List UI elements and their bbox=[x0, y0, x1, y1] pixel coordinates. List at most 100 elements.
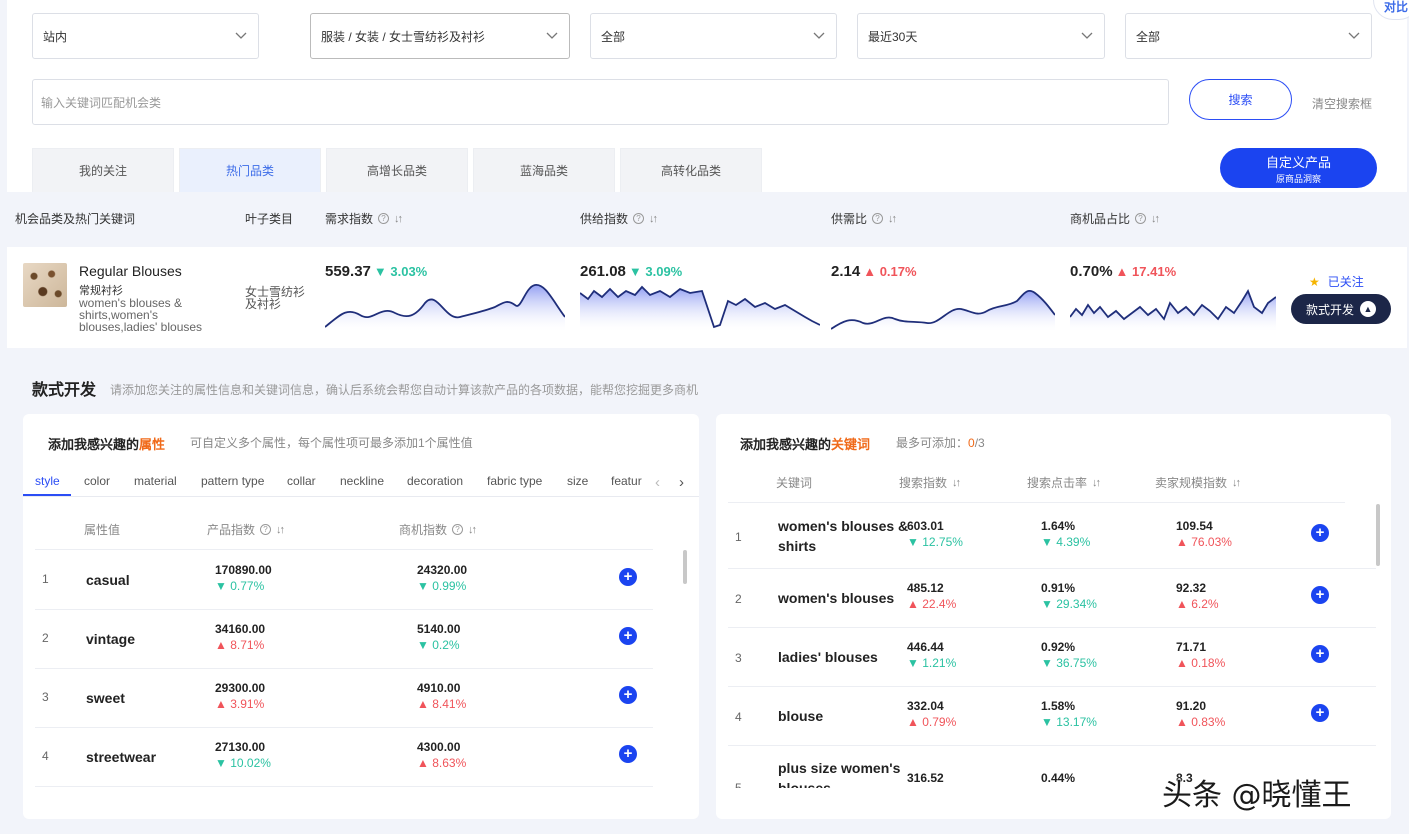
row-divider bbox=[728, 745, 1376, 746]
scrollbar[interactable] bbox=[683, 550, 687, 584]
add-attribute-button[interactable]: + bbox=[619, 745, 637, 763]
sort-icon[interactable]: ↓↑ bbox=[649, 213, 658, 225]
add-keyword-button[interactable]: + bbox=[1311, 524, 1329, 542]
sort-icon[interactable]: ↓↑ bbox=[468, 524, 477, 536]
row-divider bbox=[35, 609, 653, 610]
sort-icon[interactable]: ↓↑ bbox=[1092, 477, 1101, 489]
sort-icon[interactable]: ↓↑ bbox=[888, 213, 897, 225]
type-select[interactable]: 全部 bbox=[590, 13, 837, 59]
sort-icon[interactable]: ↓↑ bbox=[1151, 213, 1160, 225]
style-dev-button[interactable]: 款式开发 ▲ bbox=[1291, 294, 1391, 324]
product-thumbnail bbox=[23, 263, 67, 307]
clear-search-button[interactable]: 清空搜索框 bbox=[1312, 95, 1372, 112]
keyword-card-hint: 最多可添加：0/3 bbox=[896, 436, 985, 450]
watermark: 头条 @晓懂王 bbox=[1162, 778, 1352, 813]
opportunity-index-value: 4910.00 bbox=[417, 681, 461, 695]
attr-tab-collar[interactable]: collar bbox=[287, 474, 316, 488]
tab-blue-ocean[interactable]: 蓝海品类 bbox=[473, 148, 615, 192]
col-opportunity-index[interactable]: 商机指数? ↓↑ bbox=[399, 521, 477, 538]
attr-tab-neckline[interactable]: neckline bbox=[340, 474, 384, 488]
col-search-index[interactable]: 搜索指数 ↓↑ bbox=[899, 474, 961, 491]
col-product-index[interactable]: 产品指数? ↓↑ bbox=[207, 521, 285, 538]
tab-high-conversion[interactable]: 高转化品类 bbox=[620, 148, 762, 192]
header-demand-index[interactable]: 需求指数? ↓↑ bbox=[325, 210, 403, 227]
add-keyword-button[interactable]: + bbox=[1311, 704, 1329, 722]
keyword-search-input[interactable]: 输入关键词匹配机会类 bbox=[32, 79, 1169, 125]
tab-hot-category[interactable]: 热门品类 bbox=[179, 148, 321, 192]
supply-sparkline bbox=[580, 285, 820, 331]
attr-tab-size[interactable]: size bbox=[567, 474, 588, 488]
attr-tab-color[interactable]: color bbox=[84, 474, 110, 488]
attr-tab-material[interactable]: material bbox=[134, 474, 177, 488]
col-keyword: 关键词 bbox=[776, 476, 813, 490]
product-index-value: 27130.00 bbox=[215, 740, 266, 754]
col-attr-value: 属性值 bbox=[84, 523, 121, 537]
opportunity-index-value: 24320.00 bbox=[417, 563, 468, 577]
search-button[interactable]: 搜索 bbox=[1189, 79, 1292, 120]
row-divider bbox=[728, 686, 1376, 687]
add-attribute-button[interactable]: + bbox=[619, 627, 637, 645]
opportunity-index-value: 5140.00 bbox=[417, 622, 461, 636]
header-supply-demand-ratio[interactable]: 供需比? ↓↑ bbox=[831, 210, 897, 227]
category-select-value: 服装 / 女装 / 女士雪纺衫及衬衫 bbox=[321, 29, 486, 44]
search-index-value: 603.01 bbox=[907, 519, 944, 533]
search-ctr-change: ▼ 36.75% bbox=[1041, 656, 1097, 670]
add-keyword-button[interactable]: + bbox=[1311, 586, 1329, 604]
scrollbar[interactable] bbox=[1376, 504, 1380, 566]
site-select[interactable]: 站内 bbox=[32, 13, 259, 59]
attribute-card: 添加我感兴趣的属性 可自定义多个属性，每个属性项可最多添加1个属性值 style… bbox=[23, 414, 699, 819]
chevron-right-icon[interactable]: › bbox=[679, 474, 684, 491]
custom-product-button[interactable]: 自定义产品 原商品洞察 bbox=[1220, 148, 1377, 188]
site-select-value: 站内 bbox=[43, 29, 68, 44]
search-index-value: 446.44 bbox=[907, 640, 944, 654]
row-divider bbox=[728, 568, 1376, 569]
attr-tab-feature[interactable]: featur bbox=[611, 474, 642, 488]
leaf-category: 女士雪纺衫及衬衫 bbox=[245, 285, 306, 311]
seller-scale-change: ▲ 0.83% bbox=[1176, 715, 1226, 729]
header-divider bbox=[728, 502, 1345, 503]
seller-scale-change: ▲ 6.2% bbox=[1176, 597, 1219, 611]
product-index-change: ▲ 3.91% bbox=[215, 697, 265, 711]
sort-icon[interactable]: ↓↑ bbox=[394, 213, 403, 225]
add-keyword-button[interactable]: + bbox=[1311, 645, 1329, 663]
opportunity-sparkline bbox=[1070, 288, 1276, 331]
add-attribute-button[interactable]: + bbox=[619, 686, 637, 704]
row-divider bbox=[35, 668, 653, 669]
demand-sparkline bbox=[325, 284, 565, 331]
chevron-down-icon bbox=[1348, 32, 1360, 39]
attr-value-name: vintage bbox=[86, 631, 136, 647]
attr-tab-style[interactable]: style bbox=[35, 474, 60, 488]
sort-icon[interactable]: ↓↑ bbox=[276, 524, 285, 536]
search-ctr-value: 0.44% bbox=[1041, 771, 1076, 785]
col-seller-scale[interactable]: 卖家规模指数 ↓↑ bbox=[1155, 474, 1241, 491]
scope-select[interactable]: 全部 bbox=[1125, 13, 1372, 59]
add-attribute-button[interactable]: + bbox=[619, 568, 637, 586]
filter-panel: 站内 服装 / 女装 / 女士雪纺衫及衬衫 全部 最近30天 全部 输入关键词匹… bbox=[7, 0, 1409, 192]
category-select[interactable]: 服装 / 女装 / 女士雪纺衫及衬衫 bbox=[310, 13, 570, 59]
keyword-name: women's blouses & shirts bbox=[778, 518, 909, 554]
attr-value-name: sweet bbox=[86, 690, 125, 706]
sort-icon[interactable]: ↓↑ bbox=[1232, 477, 1241, 489]
tab-my-follow[interactable]: 我的关注 bbox=[32, 148, 174, 192]
product-index-value: 34160.00 bbox=[215, 622, 266, 636]
keyword-name: ladies' blouses bbox=[778, 649, 878, 665]
search-placeholder: 输入关键词匹配机会类 bbox=[41, 95, 162, 110]
attr-tab-decoration[interactable]: decoration bbox=[407, 474, 463, 488]
attr-tab-pattern-type[interactable]: pattern type bbox=[201, 474, 264, 488]
chevron-left-icon[interactable]: ‹ bbox=[655, 474, 660, 491]
ratio-sparkline bbox=[831, 289, 1055, 331]
period-select[interactable]: 最近30天 bbox=[857, 13, 1105, 59]
header-opportunity-ratio[interactable]: 商机品占比? ↓↑ bbox=[1070, 210, 1160, 227]
sort-icon[interactable]: ↓↑ bbox=[952, 477, 961, 489]
product-index-value: 170890.00 bbox=[215, 563, 272, 577]
star-icon: ★ bbox=[1309, 275, 1320, 289]
followed-toggle[interactable]: ★ 已关注 bbox=[1309, 273, 1364, 290]
compare-button[interactable]: 对比 bbox=[1373, 0, 1409, 20]
attr-tab-fabric-type[interactable]: fabric type bbox=[487, 474, 542, 488]
header-opportunity-category: 机会品类及热门关键词 bbox=[15, 212, 136, 226]
search-index-value: 332.04 bbox=[907, 699, 944, 713]
col-search-ctr[interactable]: 搜索点击率 ↓↑ bbox=[1027, 474, 1101, 491]
tab-high-growth[interactable]: 高增长品类 bbox=[326, 148, 468, 192]
header-supply-index[interactable]: 供给指数? ↓↑ bbox=[580, 210, 658, 227]
attr-value-name: casual bbox=[86, 572, 130, 588]
